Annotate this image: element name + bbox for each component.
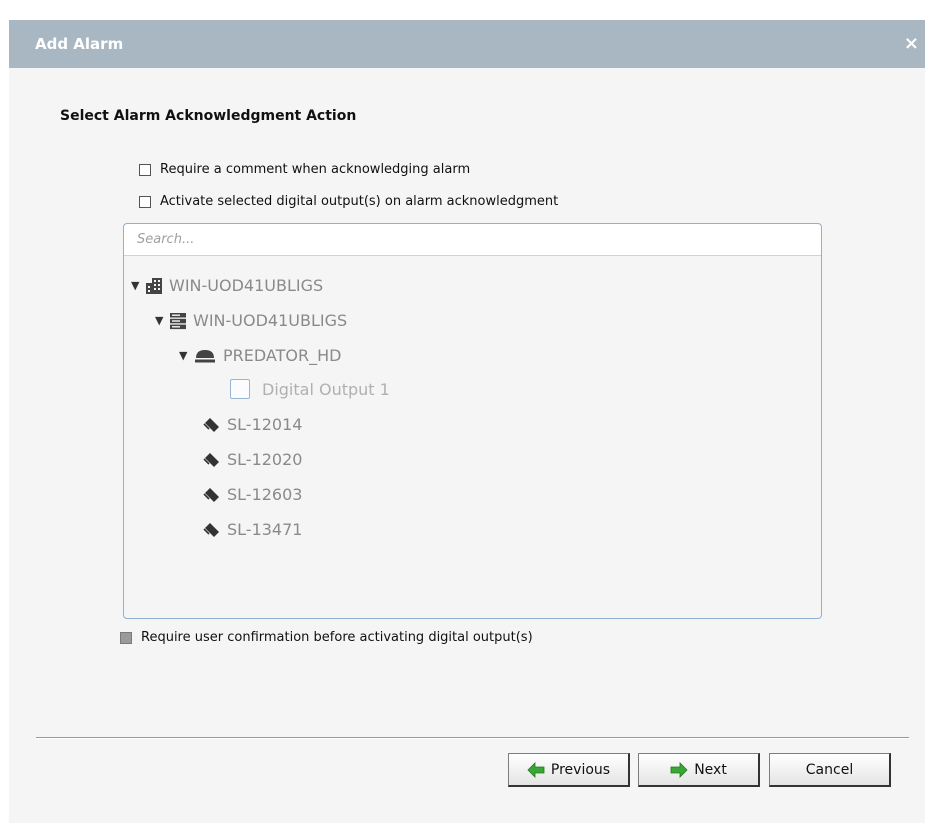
tree-node-label: Digital Output 1 bbox=[262, 379, 390, 399]
tree-node-label: SL-12020 bbox=[227, 450, 303, 469]
tree-node-output[interactable]: Digital Output 1 bbox=[230, 379, 390, 399]
building-icon bbox=[146, 277, 162, 294]
close-icon[interactable]: × bbox=[904, 33, 919, 54]
add-alarm-dialog: Add Alarm × Select Alarm Acknowledgment … bbox=[9, 20, 925, 823]
previous-button[interactable]: Previous bbox=[508, 753, 630, 787]
search-input[interactable] bbox=[124, 224, 821, 256]
section-title: Select Alarm Acknowledgment Action bbox=[60, 108, 357, 124]
cancel-button[interactable]: Cancel bbox=[769, 753, 891, 787]
require-comment-option[interactable]: Require a comment when acknowledging ala… bbox=[139, 162, 470, 177]
tree-node-lock[interactable]: SL-13471 bbox=[203, 520, 302, 539]
next-button-label: Next bbox=[694, 761, 727, 778]
arrow-right-icon bbox=[670, 761, 688, 778]
tree-node-label: PREDATOR_HD bbox=[223, 346, 342, 365]
previous-button-label: Previous bbox=[550, 761, 611, 778]
expand-arrow-icon[interactable]: ▼ bbox=[179, 349, 193, 362]
tag-icon bbox=[203, 522, 219, 537]
tree-node-label: SL-13471 bbox=[227, 520, 303, 539]
tag-icon bbox=[203, 487, 219, 502]
dialog-title: Add Alarm bbox=[35, 35, 124, 53]
require-comment-label: Require a comment when acknowledging ala… bbox=[160, 162, 471, 177]
activate-outputs-option[interactable]: Activate selected digital output(s) on a… bbox=[139, 194, 558, 209]
dialog-titlebar[interactable]: Add Alarm × bbox=[9, 20, 925, 68]
tag-icon bbox=[203, 452, 219, 467]
expand-arrow-icon[interactable]: ▼ bbox=[155, 314, 169, 327]
tree-node-device[interactable]: ▼ PREDATOR_HD bbox=[179, 346, 341, 365]
tag-icon bbox=[203, 417, 219, 432]
arrow-left-icon bbox=[527, 761, 545, 778]
require-confirmation-option[interactable]: Require user confirmation before activat… bbox=[120, 630, 533, 645]
require-comment-checkbox[interactable] bbox=[139, 163, 151, 176]
tree-node-label: SL-12014 bbox=[227, 415, 303, 434]
tree-node-site[interactable]: ▼ WIN-UOD41UBLIGS bbox=[131, 276, 323, 295]
dome-icon bbox=[195, 349, 215, 362]
require-confirmation-label: Require user confirmation before activat… bbox=[141, 630, 533, 645]
expand-arrow-icon[interactable]: ▼ bbox=[131, 279, 145, 292]
tree-node-label: WIN-UOD41UBLIGS bbox=[169, 276, 324, 295]
next-button[interactable]: Next bbox=[638, 753, 760, 787]
tree-node-lock[interactable]: SL-12603 bbox=[203, 485, 302, 504]
output-tree-panel: ▼ WIN-UOD41UBLIGS ▼ WIN-UOD41UBLIGS bbox=[123, 223, 822, 619]
server-icon bbox=[170, 312, 186, 329]
cancel-button-label: Cancel bbox=[805, 761, 854, 778]
tree-node-label: WIN-UOD41UBLIGS bbox=[193, 311, 348, 330]
activate-outputs-label: Activate selected digital output(s) on a… bbox=[160, 194, 559, 209]
tree-node-label: SL-12603 bbox=[227, 485, 303, 504]
tree-node-lock[interactable]: SL-12014 bbox=[203, 415, 302, 434]
tree-node-lock[interactable]: SL-12020 bbox=[203, 450, 302, 469]
digital-output-checkbox[interactable] bbox=[230, 379, 250, 399]
activate-outputs-checkbox[interactable] bbox=[139, 195, 151, 208]
footer-divider bbox=[36, 737, 909, 739]
require-confirmation-checkbox[interactable] bbox=[120, 631, 132, 644]
tree-node-server[interactable]: ▼ WIN-UOD41UBLIGS bbox=[155, 311, 347, 330]
